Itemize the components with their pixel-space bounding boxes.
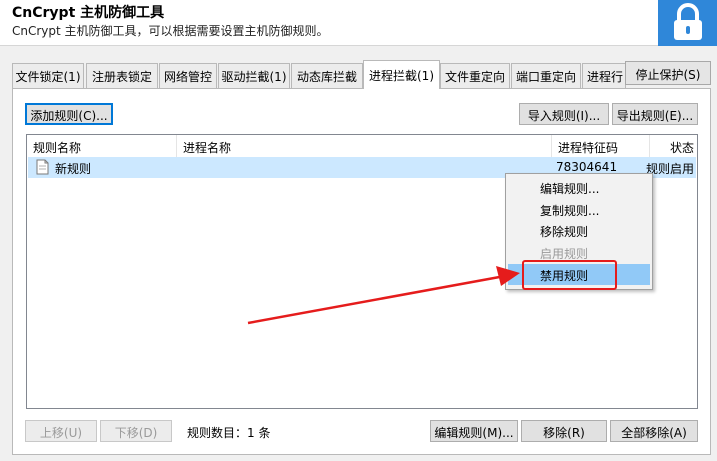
header-banner: CnCrypt 主机防御工具 CnCrypt 主机防御工具，可以根据需要设置主机… [0,0,717,46]
remove-all-button[interactable]: 全部移除(A) [610,420,698,442]
tab-driver-block[interactable]: 驱动拦截(1) [218,63,290,88]
column-header-process-name[interactable]: 进程名称 [177,135,552,157]
move-up-button: 上移(U) [25,420,97,442]
menu-item-remove-rule[interactable]: 移除规则 [508,220,650,241]
tab-dll-block[interactable]: 动态库拦截 [291,63,363,88]
add-rule-button[interactable]: 添加规则(C)... [25,103,113,125]
cell-process-code: 78304641 [556,160,618,174]
app-subtitle: CnCrypt 主机防御工具，可以根据需要设置主机防御规则。 [12,24,329,38]
cell-status: 规则启用 [646,162,695,176]
annotation-highlight [522,260,617,290]
column-header-process-code[interactable]: 进程特征码 [552,135,650,157]
edit-rule-button[interactable]: 编辑规则(M)... [430,420,518,442]
tab-file-redirect[interactable]: 文件重定向 [440,63,510,88]
export-rule-button[interactable]: 导出规则(E)... [612,103,698,125]
app-title: CnCrypt 主机防御工具 [12,5,165,21]
rule-count-label: 规则数目：1 条 [187,426,271,440]
tab-network-control[interactable]: 网络管控 [159,63,217,88]
column-header-rule-name[interactable]: 规则名称 [27,135,177,157]
stop-protect-button[interactable]: 停止保护(S) [625,61,711,85]
column-header-status[interactable]: 状态 [650,135,697,157]
move-down-button: 下移(D) [100,420,172,442]
import-rule-button[interactable]: 导入规则(I)... [519,103,609,125]
menu-item-copy-rule[interactable]: 复制规则... [508,199,650,220]
menu-item-edit-rule[interactable]: 编辑规则... [508,177,650,198]
lock-badge [658,0,717,46]
tab-process-block[interactable]: 进程拦截(1) [363,60,440,89]
lock-icon [674,3,702,40]
tab-port-redirect[interactable]: 端口重定向 [511,63,581,88]
tab-process-behavior[interactable]: 进程行 [582,63,626,88]
remove-button[interactable]: 移除(R) [521,420,607,442]
tab-registry-lock[interactable]: 注册表锁定 [86,63,158,88]
cell-rule-name: 新规则 [55,162,92,176]
document-icon [36,159,49,175]
tab-file-lock[interactable]: 文件锁定(1) [12,63,84,88]
